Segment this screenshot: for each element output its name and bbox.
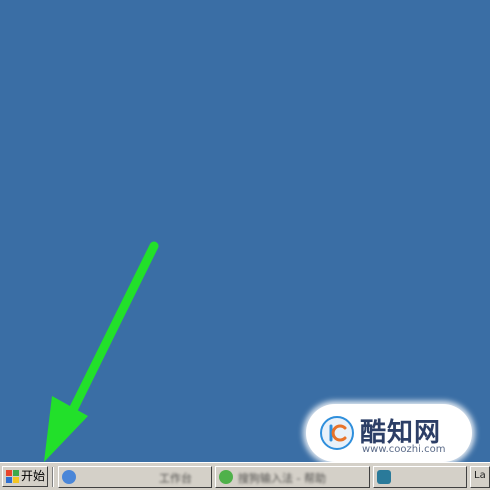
taskbar: 开始 工作台 搜狗输入法 - 帮助 La	[0, 462, 490, 490]
browser-icon	[62, 470, 76, 484]
taskbar-task-4[interactable]: La	[470, 466, 490, 488]
start-button[interactable]: 开始	[2, 466, 48, 487]
taskbar-task-label: 搜狗输入法 - 帮助	[238, 472, 326, 485]
window-icon	[377, 470, 391, 484]
desktop-background[interactable]	[0, 0, 490, 462]
start-button-label: 开始	[21, 469, 46, 483]
windows-flag-icon	[6, 470, 19, 483]
watermark-url: www.coozhi.com	[362, 444, 446, 455]
taskbar-task-label: La	[474, 470, 486, 481]
app-icon	[219, 470, 233, 484]
watermark: 酷知网 www.coozhi.com	[306, 404, 472, 462]
taskbar-task-label: 工作台	[159, 472, 192, 485]
taskbar-task-3[interactable]	[373, 466, 467, 488]
taskbar-separator	[52, 467, 54, 487]
taskbar-task-2[interactable]: 搜狗输入法 - 帮助	[215, 466, 370, 488]
watermark-logo-icon	[320, 416, 354, 450]
taskbar-task-1[interactable]: 工作台	[58, 466, 212, 488]
